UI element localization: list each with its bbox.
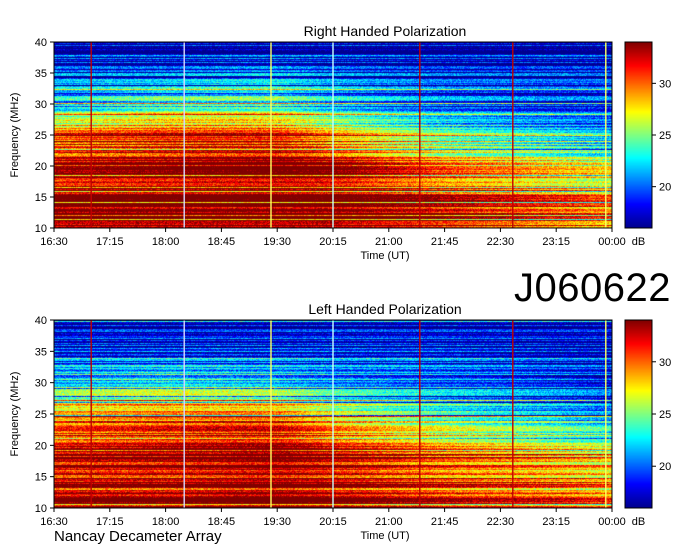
spectrogram-panel-2: 10 15 20 25 30 35 40 16:30 17:15 18:00 18:45 19:30 2…	[9, 301, 671, 542]
x-tick-label: 21:45	[431, 516, 459, 528]
y-tick-label: 40	[35, 315, 47, 327]
y-tick-label: 40	[35, 37, 47, 49]
x-tick-label: 19:30	[263, 236, 291, 248]
colorbar-unit: dB	[632, 236, 645, 248]
y-tick-label: 10	[35, 223, 47, 235]
y-tick-label: 20	[35, 161, 47, 173]
x-tick-label: 16:30	[40, 236, 68, 248]
y-tick-label: 30	[35, 378, 47, 390]
x-tick-label: 18:45	[208, 236, 236, 248]
x-tick-label: 19:30	[263, 516, 291, 528]
y-tick-label: 30	[35, 99, 47, 111]
x-tick-label: 16:30	[40, 516, 68, 528]
x-tick-label: 23:15	[542, 236, 570, 248]
y-axis-label: Frequency (MHz)	[9, 93, 21, 178]
colorbar-tick-label: 25	[659, 409, 671, 421]
colorbar-tick-label: 30	[659, 357, 671, 369]
chart-title: Right Handed Polarization	[304, 23, 467, 39]
x-tick-label: 21:00	[375, 516, 403, 528]
x-tick-label: 00:00	[598, 516, 626, 528]
colorbar-tick-label: 20	[659, 182, 671, 194]
x-tick-label: 22:30	[487, 236, 515, 248]
x-tick-label: 22:30	[487, 516, 515, 528]
x-tick-label: 18:45	[208, 516, 236, 528]
observation-id: J060622	[514, 266, 671, 310]
colorbar-tick-label: 30	[659, 78, 671, 90]
y-tick-label: 25	[35, 130, 47, 142]
y-tick-label: 25	[35, 409, 47, 421]
colorbar-unit: dB	[632, 516, 645, 528]
y-tick-label: 15	[35, 192, 47, 204]
chart-title: Left Handed Polarization	[308, 301, 461, 317]
x-tick-label: 17:15	[96, 236, 124, 248]
y-axis-label: Frequency (MHz)	[9, 372, 21, 457]
y-tick-label: 35	[35, 68, 47, 80]
x-tick-label: 23:15	[542, 516, 570, 528]
x-tick-label: 20:15	[319, 236, 347, 248]
y-tick-label: 35	[35, 346, 47, 358]
spectrogram-panel-1: 10 15 20 25 30 35 40 16:30 17:15 18:00 18:45 19:30 2…	[9, 23, 671, 262]
x-tick-label: 17:15	[96, 516, 124, 528]
x-tick-label: 20:15	[319, 516, 347, 528]
y-tick-label: 20	[35, 440, 47, 452]
y-tick-label: 15	[35, 472, 47, 484]
x-tick-label: 18:00	[152, 236, 180, 248]
x-axis-label: Time (UT)	[360, 250, 409, 262]
colorbar	[625, 320, 652, 508]
x-tick-label: 21:45	[431, 236, 459, 248]
x-axis-label: Time (UT)	[360, 530, 409, 542]
credit-label: Nancay Decameter Array	[54, 528, 222, 545]
x-tick-label: 21:00	[375, 236, 403, 248]
colorbar-tick-label: 20	[659, 461, 671, 473]
x-tick-label: 18:00	[152, 516, 180, 528]
colorbar-tick-label: 25	[659, 130, 671, 142]
y-tick-label: 10	[35, 503, 47, 515]
colorbar	[625, 42, 652, 228]
x-tick-label: 00:00	[598, 236, 626, 248]
